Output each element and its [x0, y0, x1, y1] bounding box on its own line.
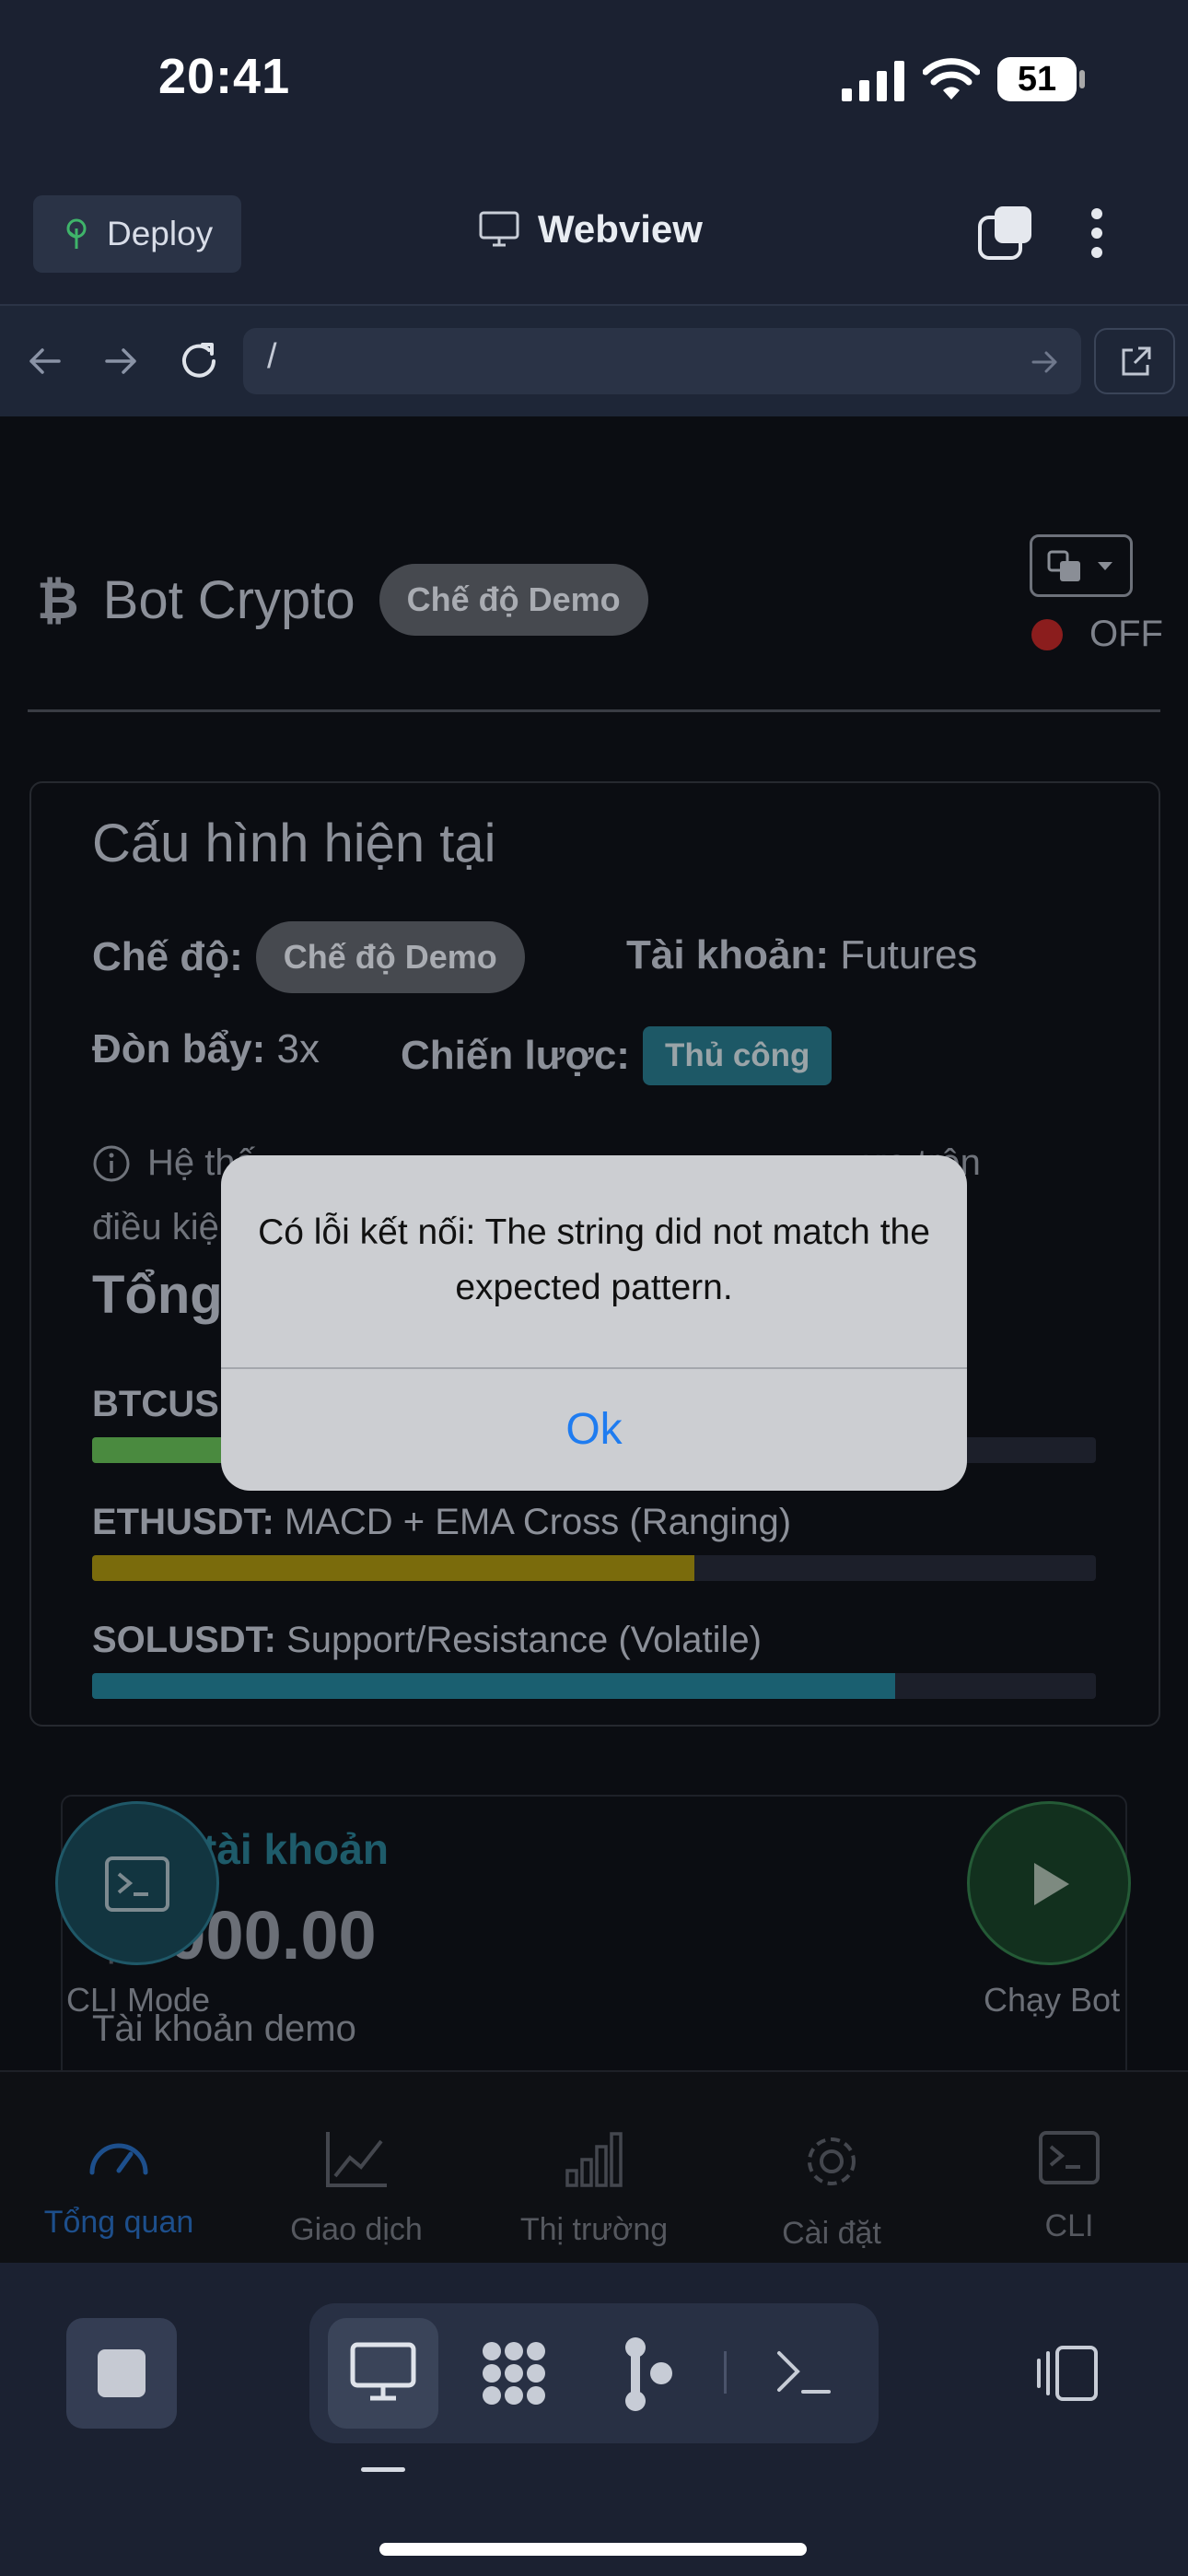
- bot-status-text: OFF: [1089, 614, 1163, 654]
- mode-badge: Chế độ Demo: [255, 921, 525, 993]
- nav-item-cli[interactable]: CLI: [950, 2130, 1188, 2244]
- pair-symbol: BTCUSI: [92, 1384, 229, 1424]
- demo-mode-badge: Chế độ Demo: [379, 564, 648, 636]
- language-button[interactable]: [1030, 534, 1133, 597]
- terminal-icon: [105, 1856, 169, 1912]
- pair-progress-fill: [92, 1555, 694, 1581]
- pair-progress-track: [92, 1555, 1096, 1581]
- strategy-label: Chiến lược:: [401, 1033, 630, 1078]
- mode-label: Chế độ:: [92, 934, 243, 979]
- leverage-label: Đòn bẩy:: [92, 1026, 266, 1071]
- account-row: Tài khoản: Futures: [626, 932, 977, 978]
- tabs-icon[interactable]: [978, 205, 1035, 262]
- account-label: Tài khoản:: [626, 932, 830, 978]
- leverage-value: 3x: [276, 1026, 320, 1071]
- strategy-badge: Thủ công: [642, 1026, 833, 1085]
- gauge-icon: [89, 2143, 148, 2175]
- strategy-row: Chiến lược: Thủ công: [401, 1026, 833, 1085]
- play-icon: [1034, 1863, 1069, 1905]
- leverage-row: Đòn bẩy: 3x: [92, 1026, 320, 1072]
- title-divider: [28, 709, 1160, 712]
- nav-item-settings[interactable]: Cài đặt: [713, 2130, 950, 2252]
- dock-divider: [724, 2351, 727, 2394]
- pair-row: BTCUSI: [92, 1384, 229, 1425]
- url-text: /: [267, 337, 277, 376]
- bar-chart-icon: [565, 2132, 623, 2187]
- deploy-button[interactable]: Deploy: [33, 195, 241, 273]
- wifi-icon: [923, 58, 980, 100]
- branch-icon[interactable]: [623, 2336, 674, 2412]
- cellular-signal-icon: [842, 61, 904, 101]
- nav-item-trading[interactable]: Giao dịch: [238, 2130, 475, 2248]
- pair-symbol: ETHUSDT:: [92, 1502, 274, 1542]
- url-input[interactable]: [243, 328, 1081, 394]
- mode-row: Chế độ: Chế độ Demo: [92, 921, 525, 993]
- monitor-icon: [479, 211, 519, 247]
- pair-symbol: SOLUSDT:: [92, 1620, 276, 1660]
- pair-progress-fill: [92, 1673, 895, 1699]
- deploy-tree-icon: [66, 218, 87, 249]
- gear-icon: [808, 2137, 856, 2185]
- nav-item-overview[interactable]: Tổng quan: [0, 2130, 238, 2241]
- translate-icon: [1047, 550, 1080, 581]
- alert-message: Có lỗi kết nối: The string did not match…: [258, 1212, 930, 1307]
- more-menu-icon[interactable]: [1089, 206, 1104, 260]
- run-bot-button[interactable]: [967, 1801, 1131, 1965]
- nav-label: Tổng quan: [43, 2205, 194, 2240]
- pair-progress-track: [92, 1673, 1096, 1699]
- webview-title: Webview: [479, 207, 703, 252]
- nav-label: CLI: [1044, 2208, 1094, 2243]
- console-icon[interactable]: [775, 2348, 833, 2397]
- bitcoin-icon: ₿: [37, 570, 79, 629]
- battery-indicator: 51: [997, 57, 1077, 101]
- info-text-line2: điều kiệ: [92, 1207, 219, 1247]
- open-external-button[interactable]: [1094, 328, 1175, 394]
- pair-progress-fill: [92, 1437, 243, 1463]
- nav-label: Giao dịch: [290, 2212, 423, 2247]
- reload-icon[interactable]: [179, 341, 219, 381]
- home-indicator[interactable]: [379, 2543, 807, 2556]
- deploy-label: Deploy: [107, 215, 214, 252]
- pair-row: SOLUSDT: Support/Resistance (Volatile): [92, 1620, 762, 1661]
- bot-status-dot: [1031, 619, 1063, 650]
- overview-title: Tổng: [92, 1265, 223, 1325]
- webview-label: Webview: [538, 207, 703, 251]
- status-time: 20:41: [158, 49, 291, 104]
- desktop-tool-button[interactable]: [328, 2318, 438, 2429]
- alert-dialog: Có lỗi kết nối: The string did not match…: [221, 1155, 967, 1491]
- caret-down-icon: [1098, 562, 1112, 570]
- run-bot-label: Chạy Bot: [984, 1981, 1121, 2019]
- battery-cap: [1079, 70, 1085, 88]
- alert-ok-button[interactable]: Ok: [221, 1369, 967, 1491]
- config-title: Cấu hình hiện tại: [92, 814, 496, 873]
- pair-strategy: Support/Resistance (Volatile): [286, 1620, 762, 1660]
- stop-icon: [98, 2349, 146, 2397]
- go-arrow-icon[interactable]: [1031, 350, 1059, 374]
- balance-title: tài khoản: [203, 1825, 389, 1873]
- app-title-row: ₿ Bot Crypto Chế độ Demo: [37, 564, 648, 636]
- terminal-icon: [1039, 2131, 1100, 2184]
- nav-label: Cài đặt: [782, 2216, 881, 2251]
- info-icon: [93, 1145, 130, 1181]
- external-link-icon: [1122, 346, 1151, 376]
- chart-line-icon: [326, 2132, 387, 2187]
- nodes-grid-icon[interactable]: [479, 2338, 549, 2408]
- nav-label: Thị trường: [519, 2212, 669, 2247]
- monitor-icon: [350, 2342, 416, 2401]
- back-arrow-icon[interactable]: [28, 346, 61, 376]
- pair-row: ETHUSDT: MACD + EMA Cross (Ranging): [92, 1502, 791, 1543]
- device-orientation-icon[interactable]: [1033, 2344, 1100, 2403]
- nav-item-market[interactable]: Thị trường: [475, 2130, 713, 2248]
- cli-mode-label: CLI Mode: [66, 1981, 211, 2019]
- account-value: Futures: [840, 932, 978, 978]
- cli-mode-button[interactable]: [55, 1801, 219, 1965]
- pair-strategy: MACD + EMA Cross (Ranging): [284, 1502, 792, 1542]
- forward-arrow-icon[interactable]: [105, 346, 138, 376]
- page-indicator: [361, 2467, 405, 2472]
- app-title: Bot Crypto: [102, 569, 355, 630]
